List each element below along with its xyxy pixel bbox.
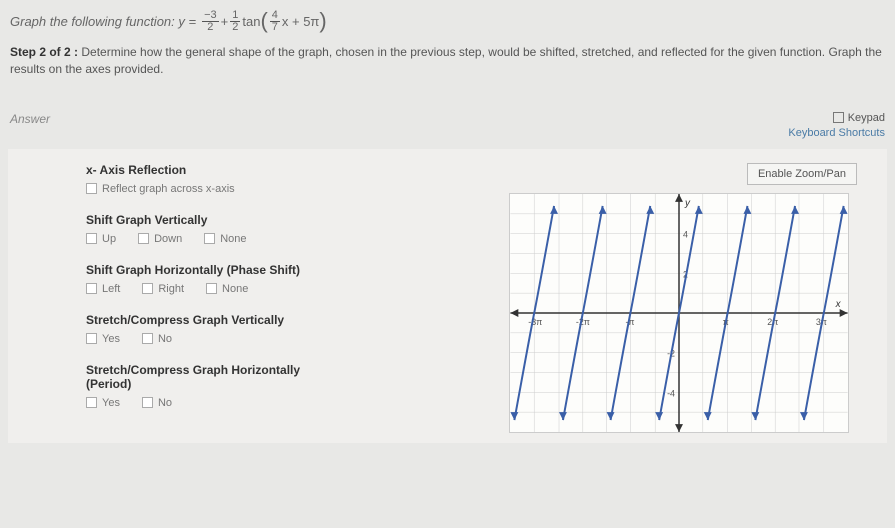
vshift-title: Shift Graph Vertically bbox=[86, 213, 346, 227]
checkbox-icon[interactable] bbox=[204, 233, 215, 244]
checkbox-icon[interactable] bbox=[206, 283, 217, 294]
svg-text:y: y bbox=[684, 197, 691, 208]
checkbox-icon[interactable] bbox=[138, 233, 149, 244]
svg-text:-3π: -3π bbox=[528, 316, 542, 326]
hshift-right[interactable]: Right bbox=[142, 283, 184, 295]
vshift-none[interactable]: None bbox=[204, 233, 246, 245]
keyboard-hints: Keypad Keyboard Shortcuts bbox=[788, 112, 885, 139]
checkbox-icon[interactable] bbox=[142, 333, 153, 344]
formula: −32 + 12 tan ( 47 x + 5π ) bbox=[200, 8, 327, 34]
hshift-title: Shift Graph Horizontally (Phase Shift) bbox=[86, 263, 346, 277]
tan-graph: x y -3π-2π-π π2π3π 24 -2-4 bbox=[510, 194, 848, 432]
vshift-up[interactable]: Up bbox=[86, 233, 116, 245]
hshift-left[interactable]: Left bbox=[86, 283, 120, 295]
hstretch-yes[interactable]: Yes bbox=[86, 397, 120, 409]
shortcuts-link[interactable]: Keyboard Shortcuts bbox=[788, 127, 885, 139]
vstretch-no[interactable]: No bbox=[142, 333, 172, 345]
hstretch-no[interactable]: No bbox=[142, 397, 172, 409]
checkbox-icon[interactable] bbox=[142, 397, 153, 408]
prompt: Graph the following function: y = −32 + … bbox=[10, 8, 885, 34]
graph-area[interactable]: x y -3π-2π-π π2π3π 24 -2-4 bbox=[509, 193, 849, 433]
step-label: Step 2 of 2 : bbox=[10, 45, 78, 59]
vstretch-title: Stretch/Compress Graph Vertically bbox=[86, 313, 346, 327]
svg-text:x: x bbox=[835, 299, 842, 310]
answer-label: Answer bbox=[10, 112, 50, 126]
prompt-text: Graph the following function: y = bbox=[10, 14, 196, 29]
hstretch-title: Stretch/Compress Graph Horizontally (Per… bbox=[86, 363, 346, 391]
hshift-none[interactable]: None bbox=[206, 283, 248, 295]
checkbox-icon[interactable] bbox=[86, 233, 97, 244]
keypad-link[interactable]: Keypad bbox=[848, 112, 885, 124]
checkbox-icon[interactable] bbox=[86, 333, 97, 344]
step-instructions: Step 2 of 2 : Determine how the general … bbox=[10, 44, 885, 78]
checkbox-icon[interactable] bbox=[142, 283, 153, 294]
step-text: Determine how the general shape of the g… bbox=[10, 45, 882, 76]
svg-text:-2π: -2π bbox=[576, 316, 590, 326]
keypad-icon bbox=[833, 112, 844, 123]
svg-text:-4: -4 bbox=[667, 388, 675, 398]
vstretch-yes[interactable]: Yes bbox=[86, 333, 120, 345]
zoom-pan-button[interactable]: Enable Zoom/Pan bbox=[747, 163, 857, 185]
checkbox-icon[interactable] bbox=[86, 283, 97, 294]
vshift-down[interactable]: Down bbox=[138, 233, 182, 245]
reflect-title: x- Axis Reflection bbox=[86, 163, 346, 177]
checkbox-icon[interactable] bbox=[86, 183, 97, 194]
svg-text:4: 4 bbox=[683, 229, 688, 239]
checkbox-icon[interactable] bbox=[86, 397, 97, 408]
reflect-option[interactable]: Reflect graph across x-axis bbox=[86, 183, 235, 195]
